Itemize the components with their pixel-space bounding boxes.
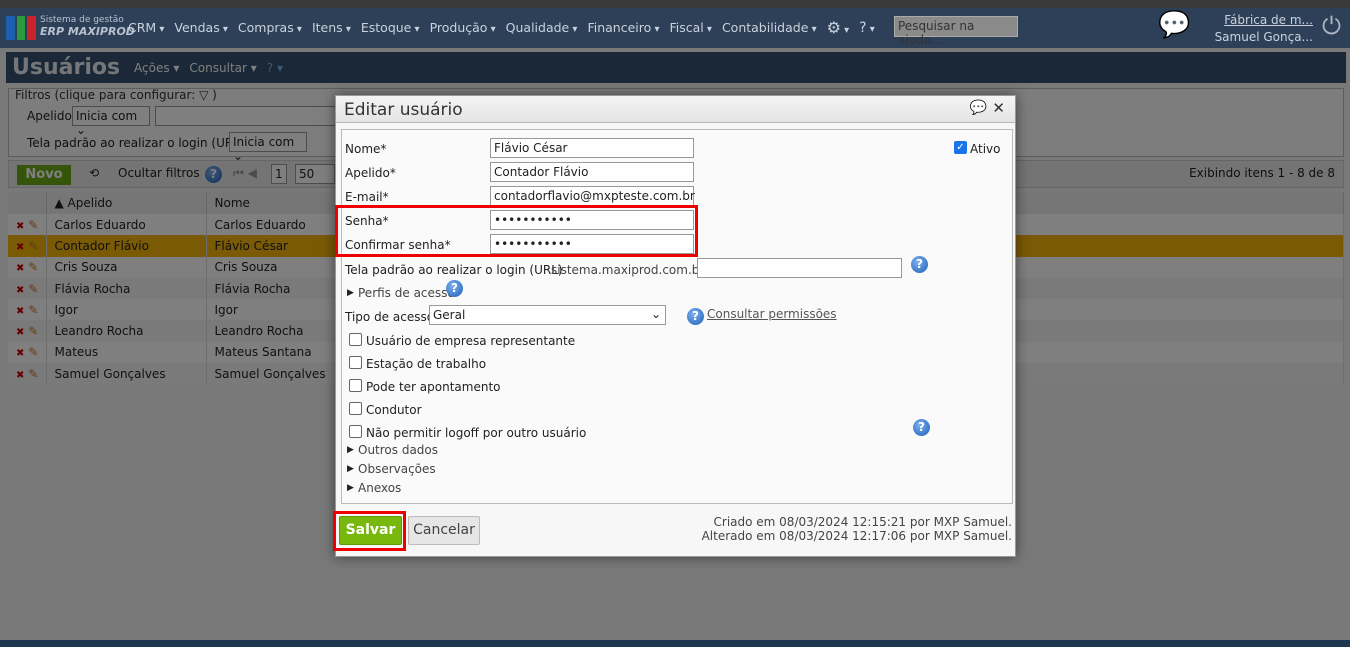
url-label: Tela padrão ao realizar o login (URL) [345, 263, 563, 277]
option-checkbox[interactable] [349, 356, 362, 369]
option-label: Não permitir logoff por outro usuário [366, 426, 587, 440]
chevron-down-icon: ⌄ [650, 307, 661, 321]
menu-fiscal[interactable]: Fiscal [669, 20, 711, 37]
section-toggle[interactable]: Outros dados [358, 443, 438, 457]
ativo-checkbox[interactable]: ✓ [954, 141, 967, 154]
consultar-permissoes-link[interactable]: Consultar permissões [707, 307, 837, 321]
save-button[interactable]: Salvar [339, 516, 402, 545]
senha-label: Senha* [345, 214, 389, 228]
gear-icon[interactable]: ⚙ [827, 18, 850, 37]
senha-input[interactable]: ••••••••••• [490, 210, 694, 230]
menu-qualidade[interactable]: Qualidade [506, 20, 578, 37]
brand-text: Sistema de gestão ERP MAXIPROD [40, 14, 135, 39]
menu-financeiro[interactable]: Financeiro [587, 20, 659, 37]
edit-user-dialog: Editar usuário 💬 ✕ Nome* Flávio César Ap… [333, 95, 1016, 557]
expand-icon: ▶ [347, 445, 354, 455]
url-prefix: sistema.maxiprod.com.br/ [551, 263, 709, 277]
confirmar-input[interactable]: ••••••••••• [490, 234, 694, 254]
expand-icon: ▶ [347, 483, 354, 493]
nome-label: Nome* [345, 142, 387, 156]
top-nav: Sistema de gestãoERP MAXIPROD CRM Vendas… [0, 8, 1350, 61]
user-name: Samuel Gonça... [1214, 30, 1313, 44]
menu-producao[interactable]: Produção [430, 20, 496, 37]
menu-vendas[interactable]: Vendas [174, 20, 228, 37]
option-checkbox[interactable] [349, 402, 362, 415]
menu-compras[interactable]: Compras [238, 20, 302, 37]
chat-icon[interactable]: 💬 [1158, 10, 1190, 40]
menu-contabilidade[interactable]: Contabilidade [722, 20, 817, 37]
tipo-label: Tipo de acesso [345, 310, 435, 324]
power-icon[interactable]: ⏻ [1322, 12, 1341, 40]
nome-input[interactable]: Flávio César [490, 138, 694, 158]
bottom-bar [0, 640, 1350, 647]
menu-itens[interactable]: Itens [312, 20, 351, 37]
ativo-label: Ativo [970, 142, 1001, 156]
perfis-help-icon[interactable]: ? [446, 280, 463, 297]
expand-icon: ▶ [347, 288, 354, 298]
dialog-title: Editar usuário [344, 100, 463, 120]
created-info: Criado em 08/03/2024 12:15:21 por MXP Sa… [713, 515, 1012, 529]
comment-icon[interactable]: 💬 [970, 100, 987, 116]
option-label: Pode ter apontamento [366, 380, 501, 394]
dialog-titlebar[interactable]: Editar usuário 💬 ✕ [336, 96, 1015, 123]
email-label: E-mail* [345, 190, 389, 204]
option-checkbox[interactable] [349, 379, 362, 392]
perfis-toggle[interactable]: Perfis de acesso [358, 286, 455, 300]
cancel-button[interactable]: Cancelar [408, 516, 480, 545]
close-icon[interactable]: ✕ [992, 99, 1005, 117]
window-top-strip [0, 0, 1350, 8]
tipo-help-icon[interactable]: ? [687, 308, 704, 325]
dialog-body: Nome* Flávio César Apelido* Contador Flá… [335, 129, 1013, 504]
brand-line2: ERP MAXIPROD [40, 25, 135, 38]
help-circle-icon[interactable]: ? [859, 20, 875, 37]
email-input[interactable]: contadorflavio@mxpteste.com.br [490, 186, 695, 206]
apelido-label: Apelido* [345, 166, 396, 180]
company-link[interactable]: Fábrica de m... [1224, 13, 1313, 27]
section-toggle[interactable]: Anexos [358, 481, 401, 495]
logoff-help-icon[interactable]: ? [913, 419, 930, 436]
option-label: Estação de trabalho [366, 357, 487, 371]
option-label: Usuário de empresa representante [366, 334, 576, 348]
help-search-input[interactable]: Pesquisar na ajuda... [894, 16, 1018, 47]
url-input[interactable] [697, 258, 902, 278]
option-label: Condutor [366, 403, 422, 417]
modified-info: Alterado em 08/03/2024 12:17:06 por MXP … [701, 529, 1012, 543]
section-toggle[interactable]: Observações [358, 462, 436, 476]
tipo-value: Geral [433, 308, 466, 322]
tipo-select[interactable]: Geral ⌄ [429, 305, 666, 325]
expand-icon: ▶ [347, 464, 354, 474]
menu-crm[interactable]: CRM [128, 20, 164, 37]
option-checkbox[interactable] [349, 333, 362, 346]
apelido-input[interactable]: Contador Flávio [490, 162, 694, 182]
maxiprod-logo[interactable] [6, 16, 37, 40]
option-checkbox[interactable] [349, 425, 362, 438]
url-help-icon[interactable]: ? [911, 256, 928, 273]
menu-estoque[interactable]: Estoque [361, 20, 420, 37]
confirmar-label: Confirmar senha* [345, 238, 451, 252]
main-menu: CRM Vendas Compras Itens Estoque Produçã… [128, 18, 875, 37]
